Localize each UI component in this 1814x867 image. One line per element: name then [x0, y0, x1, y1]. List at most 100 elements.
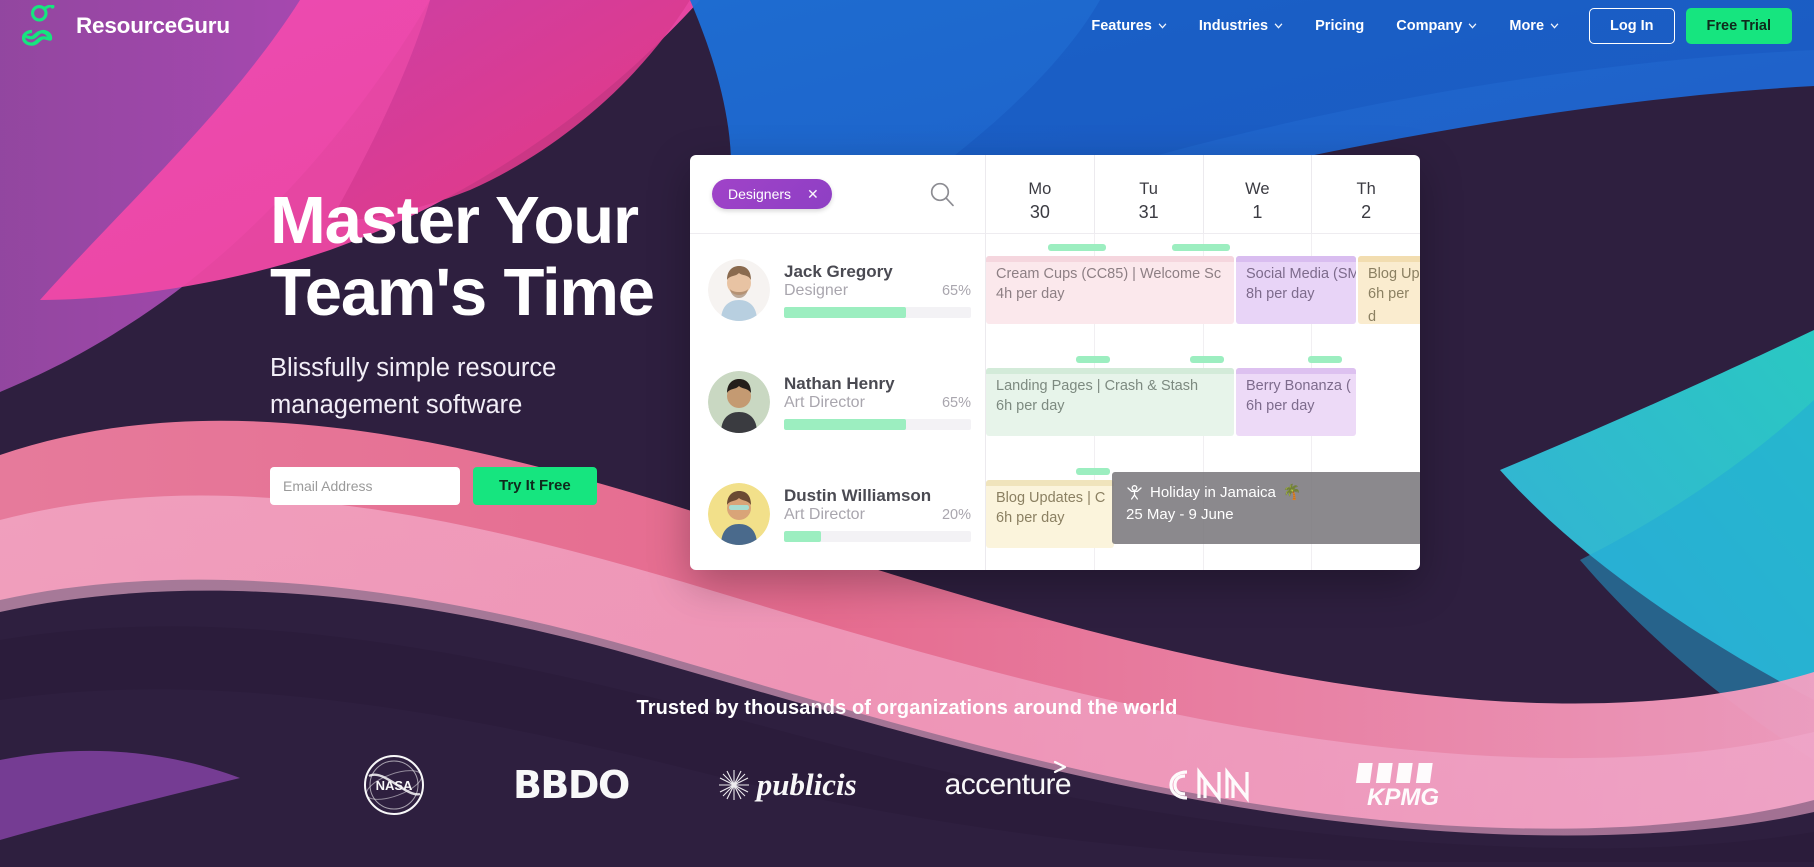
date-dow: Mo: [1028, 179, 1052, 198]
nav-item-industries[interactable]: Industries: [1183, 10, 1299, 42]
resource-utilization-percent: 65%: [941, 395, 971, 411]
logo-publicis-text: publicis: [756, 767, 857, 802]
date-dow: We: [1245, 179, 1270, 198]
nav-item-more[interactable]: More: [1493, 10, 1575, 42]
resource-utilization-percent: 20%: [941, 507, 971, 523]
date-header-th-2[interactable]: Th 2: [1311, 155, 1420, 233]
booking-hours: 6h per day: [996, 398, 1065, 415]
date-dow: Th: [1356, 179, 1376, 198]
date-num: 31: [1138, 201, 1159, 222]
availability-chip: [1076, 468, 1110, 475]
booking-block[interactable]: Blog Up 6h per d: [1358, 256, 1420, 324]
nav-item-company-label: Company: [1396, 18, 1463, 34]
date-num: 2: [1361, 201, 1372, 222]
chevron-down-icon: [1550, 23, 1559, 29]
nav-links-group: Features Industries Pricing Company More…: [1075, 8, 1792, 44]
booking-hours: 8h per day: [1246, 286, 1315, 303]
booking-title: Blog Updates | C: [996, 490, 1106, 506]
availability-chip: [1076, 356, 1110, 363]
client-logo-row: NASA BBDO publicis accenture KPMG: [0, 754, 1814, 816]
infinity-logo-icon: [22, 5, 55, 46]
availability-chip: [1172, 244, 1230, 251]
top-navigation-bar: ResourceGuru Features Industries Pricing…: [0, 0, 1814, 52]
nav-item-features-label: Features: [1091, 18, 1152, 34]
nav-item-pricing[interactable]: Pricing: [1299, 10, 1380, 42]
signup-form: Try It Free: [270, 466, 830, 505]
date-header-tu-31[interactable]: Tu 31: [1093, 155, 1203, 233]
schedule-row: Blog Updates | C 6h per day Holiday in J…: [986, 458, 1420, 570]
logo-accenture: accenture: [945, 760, 1072, 802]
booking-title: Landing Pages | Crash & Stash: [996, 378, 1199, 394]
svg-text:NASA: NASA: [376, 778, 413, 793]
chevron-down-icon: [1274, 23, 1283, 29]
hero-section: Master Your Team's Time Blissfully simpl…: [270, 185, 830, 505]
date-dow: Tu: [1139, 179, 1158, 198]
hero-subtitle: Blissfully simple resource management so…: [270, 354, 557, 419]
logo-cnn: [1159, 763, 1267, 807]
date-header-mo-30[interactable]: Mo 30: [985, 155, 1094, 233]
email-field[interactable]: [270, 466, 460, 505]
logo-publicis: publicis: [717, 767, 857, 803]
booking-block[interactable]: Social Media (SM 8h per day: [1236, 256, 1356, 324]
nav-item-pricing-label: Pricing: [1315, 18, 1365, 34]
booking-title: Berry Bonanza (: [1246, 378, 1351, 394]
search-icon[interactable]: [928, 180, 956, 208]
schedule-row: Landing Pages | Crash & Stash 6h per day…: [986, 346, 1420, 458]
free-trial-button[interactable]: Free Trial: [1685, 8, 1792, 44]
palm-tree-icon: 🌴: [1282, 484, 1302, 501]
nav-item-company[interactable]: Company: [1380, 10, 1493, 42]
calendar-date-headers: Mo 30 Tu 31 We 1 Th 2: [985, 155, 1420, 233]
brand-logo-link[interactable]: ResourceGuru: [22, 5, 230, 47]
booking-block[interactable]: Cream Cups (CC85) | Welcome Sc 4h per da…: [986, 256, 1234, 324]
logo-bbdo: BBDO: [512, 763, 630, 807]
booking-title: Blog Up: [1368, 266, 1420, 282]
brand-name: ResourceGuru: [76, 13, 230, 38]
accenture-arrow-icon: [1053, 760, 1066, 774]
resource-utilization-percent: 65%: [941, 283, 971, 299]
booking-hours: 4h per day: [996, 286, 1065, 303]
booking-title: Cream Cups (CC85) | Welcome Sc: [996, 266, 1222, 282]
schedule-row: Cream Cups (CC85) | Welcome Sc 4h per da…: [986, 234, 1420, 346]
holiday-title: Holiday in Jamaica: [1150, 484, 1276, 501]
logo-nasa: NASA: [363, 754, 425, 816]
try-it-free-button[interactable]: Try It Free: [473, 466, 597, 505]
chevron-down-icon: [1468, 23, 1477, 29]
booking-hours: 6h per day: [1246, 398, 1315, 415]
booking-block[interactable]: Berry Bonanza ( 6h per day: [1236, 368, 1356, 436]
kpmg-logo-icon: KPMG: [1355, 763, 1439, 809]
date-header-we-1[interactable]: We 1: [1202, 155, 1312, 233]
hero-title-line1: Master Your: [270, 183, 639, 258]
chevron-down-icon: [1158, 23, 1167, 29]
holiday-tooltip[interactable]: Holiday in Jamaica 🌴 25 May - 9 June: [1112, 472, 1420, 544]
trusted-by-heading: Trusted by thousands of organizations ar…: [636, 697, 1178, 719]
nav-item-industries-label: Industries: [1198, 18, 1269, 34]
schedule-grid: Cream Cups (CC85) | Welcome Sc 4h per da…: [985, 233, 1420, 570]
trusted-by-section: Trusted by thousands of organizations ar…: [0, 667, 1814, 867]
hero-title-line2: Team's Time: [270, 254, 655, 330]
booking-hours: 6h per d: [1368, 286, 1410, 324]
page-title: Master Your Team's Time: [270, 185, 830, 328]
landing-page: ResourceGuru Features Industries Pricing…: [0, 0, 1814, 867]
nasa-logo-icon: NASA: [363, 755, 424, 815]
availability-chip: [1308, 356, 1342, 363]
svg-text:KPMG: KPMG: [1367, 784, 1439, 809]
utilization-bar: [784, 531, 971, 542]
availability-chip: [1190, 356, 1224, 363]
booking-block[interactable]: Blog Updates | C 6h per day: [986, 480, 1114, 548]
booking-title: Social Media (SM: [1246, 266, 1356, 282]
resource-role: Art Director: [784, 506, 865, 523]
holiday-title-row: Holiday in Jamaica 🌴: [1126, 483, 1408, 503]
holiday-date-range: 25 May - 9 June: [1126, 505, 1234, 523]
booking-block[interactable]: Landing Pages | Crash & Stash 6h per day: [986, 368, 1234, 436]
date-num: 30: [1029, 201, 1050, 222]
cnn-logo-icon: [1169, 767, 1249, 803]
booking-hours: 6h per day: [996, 510, 1065, 527]
logo-kpmg: KPMG: [1355, 761, 1451, 809]
publicis-mark-icon: [718, 770, 749, 800]
holiday-person-icon: [1127, 485, 1142, 500]
log-in-button[interactable]: Log In: [1589, 8, 1675, 44]
nav-item-features[interactable]: Features: [1075, 10, 1182, 42]
date-num: 1: [1252, 201, 1263, 222]
availability-chip: [1048, 244, 1106, 251]
nav-item-more-label: More: [1509, 18, 1545, 34]
